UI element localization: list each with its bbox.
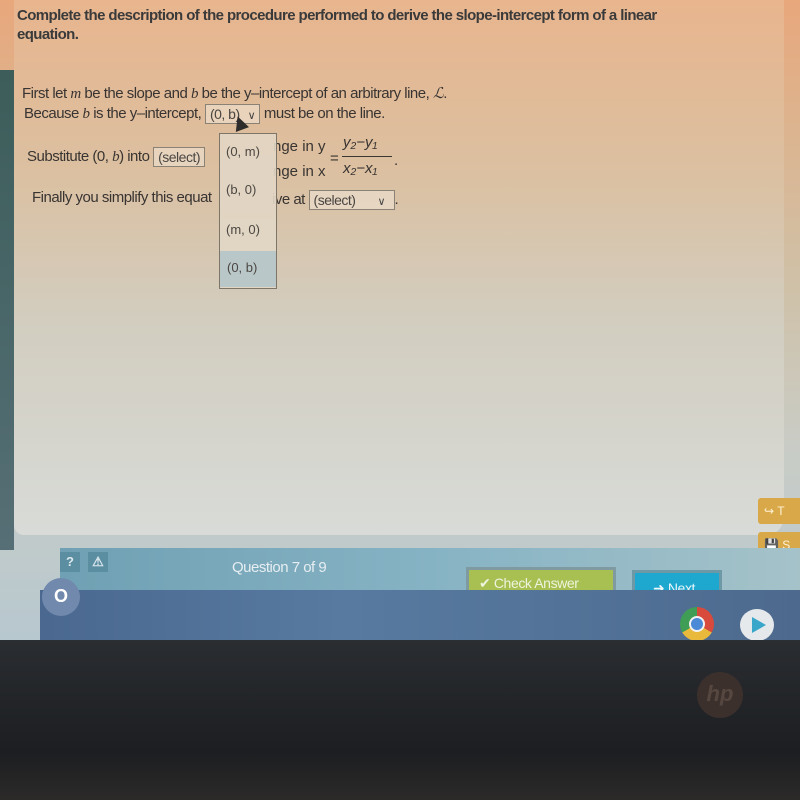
statement-line-2: Because b is the y–intercept, (0, b) ∨ mu…: [24, 104, 385, 124]
var-m: m: [70, 86, 81, 102]
side-button-label: T: [777, 504, 785, 518]
dropdown-option[interactable]: (0, m): [226, 144, 260, 159]
text: be the y–intercept of an arbitrary line,: [197, 85, 433, 102]
period: .: [394, 152, 399, 169]
point-dropdown-menu: (0, m) (b, 0) (m, 0) (0, b): [219, 133, 277, 289]
statement-line-4: Finally you simplify this equat: [32, 189, 212, 206]
warning-icon: ⚠: [92, 554, 104, 569]
chevron-down-icon: ∨: [247, 110, 256, 122]
dropdown-option[interactable]: (m, 0): [226, 222, 260, 237]
period: .: [394, 190, 399, 208]
report-button[interactable]: ⚠: [88, 552, 108, 572]
var-b: b: [190, 86, 199, 102]
formula-select[interactable]: (select): [153, 147, 205, 167]
chevron-down-icon: ∨: [377, 196, 385, 208]
text: Substitute (0,: [27, 147, 113, 165]
formula-select-value: (select): [158, 149, 200, 165]
text: must be on the line.: [263, 104, 385, 122]
statement-line-3: Substitute (0, b) into (select): [27, 147, 205, 167]
statement-line-4b: ive at (select) ∨.: [272, 190, 399, 210]
dropdown-option[interactable]: (b, 0): [226, 182, 256, 197]
play-store-icon[interactable]: [740, 609, 774, 641]
check-icon: ✔: [479, 575, 491, 591]
launcher-button[interactable]: O: [42, 578, 80, 616]
window-left-edge: [0, 70, 14, 550]
slope-text-bottom: nge in x: [273, 163, 326, 180]
dropdown-option-highlighted[interactable]: (0, b): [220, 251, 276, 287]
text: Finally you simplify this equat: [32, 189, 212, 206]
text: ) into: [119, 147, 150, 165]
text: is the y–intercept,: [89, 104, 202, 122]
help-button[interactable]: ?: [60, 552, 80, 572]
screen: Complete the description of the procedur…: [0, 0, 800, 640]
slope-denominator: x₂−x₁: [343, 160, 378, 177]
var-b: b: [112, 148, 120, 165]
check-answer-label: Check Answer: [493, 575, 579, 591]
launcher-icon: O: [53, 586, 68, 606]
side-button-1[interactable]: ↪ T: [758, 498, 800, 524]
text: .: [443, 85, 447, 102]
laptop-bezel: [0, 640, 800, 800]
var-b: b: [82, 105, 91, 122]
fraction-bar: [342, 156, 392, 157]
option-label: (0, b): [227, 260, 258, 275]
text: First let: [22, 85, 71, 102]
help-icon: ?: [66, 554, 74, 569]
question-title: Complete the description of the procedur…: [17, 7, 657, 43]
slope-text-top: nge in y: [273, 138, 326, 155]
result-select[interactable]: (select) ∨: [308, 190, 395, 210]
chrome-icon[interactable]: [680, 607, 714, 641]
question-card: [14, 0, 784, 535]
text: be the slope and: [80, 85, 191, 102]
export-icon: ↪: [764, 504, 775, 518]
hp-logo: hp: [697, 672, 743, 718]
result-select-value: (select): [313, 192, 356, 208]
slope-numerator: y₂−y₁: [343, 134, 378, 151]
statement-line-1: First let m be the slope and b be the y–…: [22, 84, 447, 103]
equals-sign: =: [330, 150, 339, 167]
var-line-l: ℒ: [432, 86, 444, 102]
text: Because: [24, 104, 83, 122]
question-counter: Question 7 of 9: [232, 559, 327, 576]
